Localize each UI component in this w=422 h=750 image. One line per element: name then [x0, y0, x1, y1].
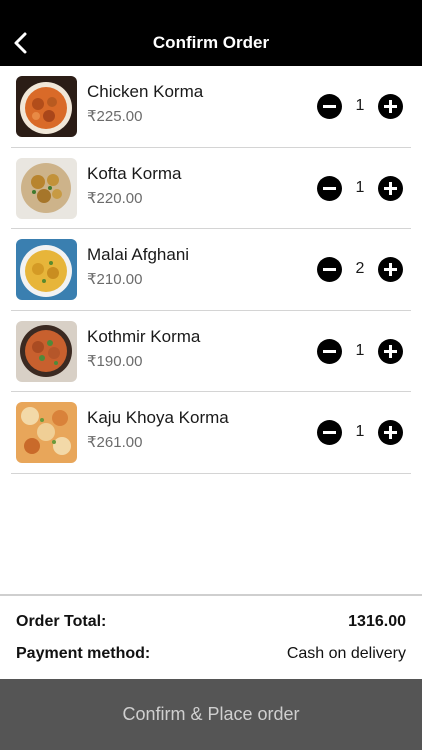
increase-quantity-button[interactable] — [378, 94, 403, 119]
item-name: Malai Afghani — [87, 245, 190, 264]
minus-circle-icon — [317, 175, 342, 201]
item-price: ₹220.00 — [87, 189, 143, 207]
app-header: Confirm Order — [0, 0, 422, 66]
quantity-value: 2 — [355, 260, 365, 277]
item-price: ₹261.00 — [87, 434, 143, 451]
order-total-label: Order Total: — [16, 613, 107, 630]
dish-image — [16, 320, 77, 382]
decrease-quantity-button[interactable] — [317, 257, 342, 282]
decrease-quantity-button[interactable] — [317, 420, 342, 445]
item-name: Kaju Khoya Korma — [87, 408, 229, 427]
dish-image — [16, 157, 77, 219]
plus-circle-icon — [378, 175, 403, 201]
confirm-place-order-button[interactable]: Confirm & Place order — [0, 679, 422, 750]
increase-quantity-button[interactable] — [378, 420, 403, 445]
minus-circle-icon — [317, 420, 342, 445]
item-name: Kofta Korma — [87, 163, 182, 183]
order-item: Chicken Korma ₹225.00 1 — [11, 66, 411, 148]
dish-image — [16, 402, 77, 463]
decrease-quantity-button[interactable] — [317, 94, 342, 119]
payment-method-value: Cash on delivery — [286, 645, 406, 662]
quantity-value: 1 — [355, 178, 365, 196]
minus-circle-icon — [317, 94, 342, 119]
decrease-quantity-button[interactable] — [317, 338, 342, 364]
order-item: Malai Afghani ₹210.00 2 — [11, 229, 411, 311]
order-item: Kothmir Korma ₹190.00 1 — [11, 311, 411, 392]
summary-divider — [0, 594, 422, 596]
item-price: ₹210.00 — [87, 271, 143, 288]
increase-quantity-button[interactable] — [378, 175, 403, 201]
item-price: ₹190.00 — [87, 352, 143, 370]
quantity-value: 1 — [355, 341, 365, 359]
order-total-value: 1316.00 — [348, 613, 406, 630]
item-name: Chicken Korma — [87, 82, 204, 101]
page-title: Confirm Order — [152, 33, 270, 52]
order-item: Kaju Khoya Korma ₹261.00 1 — [11, 392, 411, 474]
plus-circle-icon — [378, 420, 403, 445]
order-item: Kofta Korma ₹220.00 1 — [11, 148, 411, 229]
quantity-value: 1 — [355, 423, 365, 440]
decrease-quantity-button[interactable] — [317, 175, 342, 201]
payment-method-label: Payment method: — [16, 645, 151, 662]
plus-circle-icon — [378, 338, 403, 364]
plus-circle-icon — [378, 257, 403, 282]
increase-quantity-button[interactable] — [378, 338, 403, 364]
order-items-list: Chicken Korma ₹225.00 1 Kofta Korma ₹220… — [0, 66, 422, 474]
dish-image — [16, 76, 77, 137]
dish-image — [16, 239, 77, 300]
increase-quantity-button[interactable] — [378, 257, 403, 282]
item-name: Kothmir Korma — [87, 326, 201, 346]
item-price: ₹225.00 — [87, 108, 143, 125]
plus-circle-icon — [378, 94, 403, 119]
minus-circle-icon — [317, 257, 342, 282]
quantity-value: 1 — [355, 97, 365, 114]
minus-circle-icon — [317, 338, 342, 364]
